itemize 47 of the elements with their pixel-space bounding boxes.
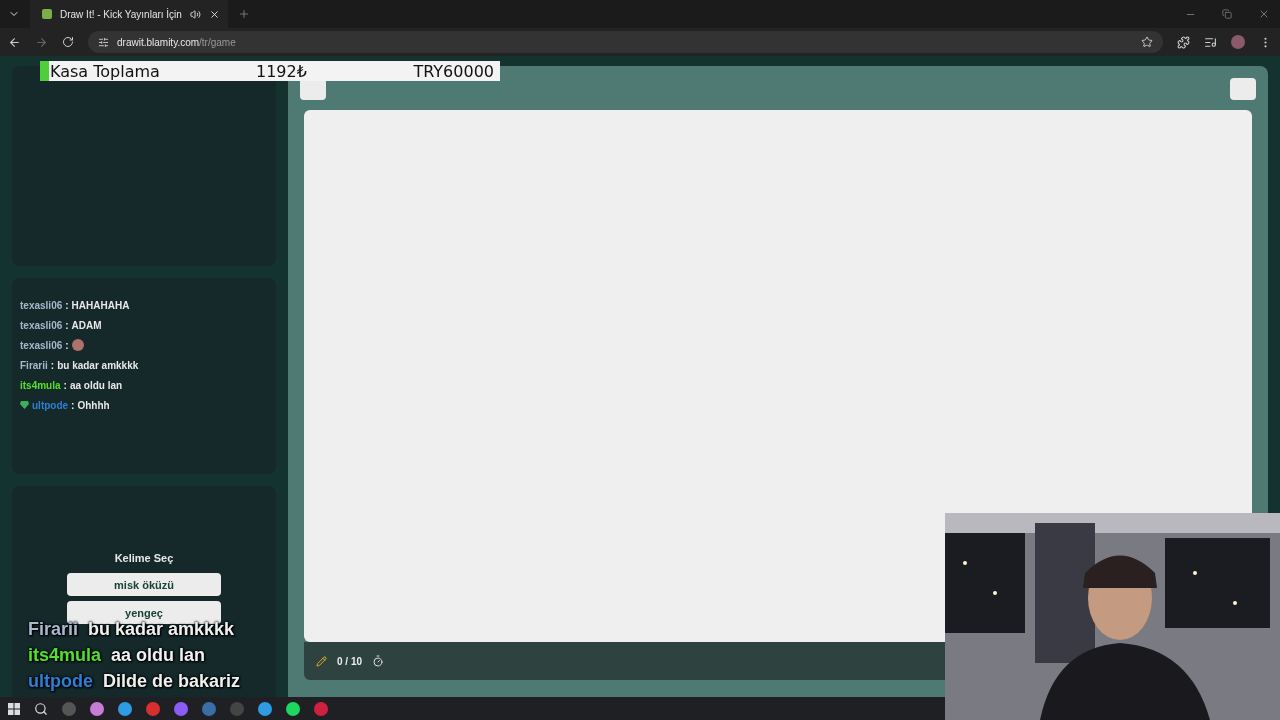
extensions-icon[interactable]: [1177, 35, 1190, 49]
search-icon[interactable]: [34, 701, 48, 716]
taskbar-app-icon[interactable]: [258, 701, 272, 716]
chat-message: texasli06 :: [20, 338, 268, 352]
restore-icon[interactable]: [1222, 9, 1232, 19]
overlay-username: ultpode: [28, 671, 93, 691]
taskbar-app-icon[interactable]: [286, 701, 300, 716]
taskbar-app-icon[interactable]: [174, 701, 188, 716]
tab-title: Draw It! - Kick Yayınları İçin: [60, 8, 182, 20]
word-picker-title: Kelime Seç: [114, 552, 174, 564]
forward-icon[interactable]: [35, 35, 48, 49]
pencil-icon: [316, 655, 327, 667]
timer-icon: [372, 655, 385, 667]
url-path: /tr/game: [199, 36, 236, 48]
close-tab-icon[interactable]: [208, 8, 220, 20]
favicon-icon: [42, 9, 52, 19]
back-icon[interactable]: [8, 35, 21, 49]
new-tab-icon[interactable]: [237, 8, 250, 20]
taskbar-app-icon[interactable]: [118, 701, 132, 716]
site-settings-icon[interactable]: [98, 36, 109, 48]
chat-message: Firarii : bu kadar amkkkk: [20, 358, 140, 372]
address-bar[interactable]: drawit.blamity.com/tr/game: [88, 31, 1163, 53]
close-window-icon[interactable]: [1258, 8, 1270, 20]
emote-icon: [71, 339, 84, 351]
overlay-message: aa oldu lan: [111, 645, 206, 665]
gem-badge-icon: [20, 401, 29, 409]
round-counter: 0 / 10: [337, 655, 363, 667]
bookmark-star-icon[interactable]: [1141, 36, 1153, 48]
goal-label: Kasa Toplama: [49, 61, 161, 81]
chat-message: texasli06 : HAHAHAHA: [20, 298, 131, 312]
browser-tab[interactable]: Draw It! - Kick Yayınları İçin: [30, 0, 228, 28]
url-host: drawit.blamity.com: [117, 36, 200, 48]
overlay-message: Dilde de bakariz: [103, 671, 241, 691]
word-option-button[interactable]: misk öküzü: [67, 573, 221, 596]
chat-message: ultpode : Ohhhh: [20, 398, 268, 412]
speaker-icon[interactable]: [189, 8, 201, 20]
chat-message: texasli06 : ADAM: [20, 318, 103, 332]
overlay-username: its4mula: [28, 645, 102, 665]
drawing-canvas[interactable]: [304, 110, 1252, 642]
media-icon[interactable]: [1204, 35, 1217, 49]
goal-target: TRY60000: [412, 61, 495, 81]
profile-avatar[interactable]: [1231, 35, 1245, 49]
start-icon[interactable]: [8, 702, 20, 715]
goal-current: 1192₺: [255, 61, 308, 81]
chat-message: its4mula : aa oldu lan: [20, 378, 124, 392]
reload-icon[interactable]: [62, 36, 74, 48]
taskbar-app-icon[interactable]: [90, 701, 104, 716]
